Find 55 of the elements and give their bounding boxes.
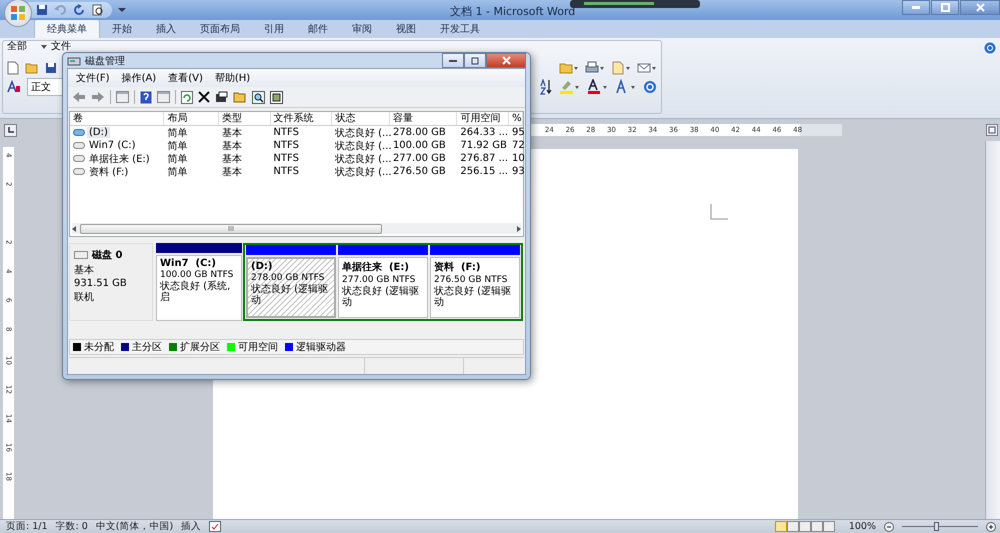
partition-status: 状态良好 (逻辑驱动 <box>434 286 512 308</box>
table-cell-text: 72 <box>511 140 523 151</box>
status-item: 页面: 1/1 <box>6 520 48 533</box>
table-cell-text: 状态良好 (... <box>334 126 390 140</box>
partition-status: 状态良好 (逻辑驱动 <box>342 286 420 308</box>
partition-name: Win7 (C:) <box>160 258 217 269</box>
partition-name: 单据往来 (E:) <box>342 260 410 274</box>
table-cell-text: 71.92 GB <box>459 140 508 151</box>
legend-label: 可用空间 <box>238 340 278 354</box>
partition-size: 100.00 GB NTFS <box>160 270 234 280</box>
disk-size: 931.51 GB <box>74 278 128 289</box>
partition-size: 277.00 GB NTFS <box>342 275 416 285</box>
table-cell-text: 状态良好 (... <box>334 152 390 166</box>
table-cell-text: 基本 <box>220 166 243 178</box>
window-title: 磁盘管理 <box>85 54 125 68</box>
table-cell-text: NTFS <box>272 127 300 138</box>
disk-name: 磁盘 0 <box>92 248 122 262</box>
disk-type: 基本 <box>74 264 95 277</box>
table-cell-text: 256.15 ... <box>459 166 509 177</box>
table-cell-text: 100.00 GB <box>392 140 447 151</box>
table-cell-text: 93 <box>511 166 523 177</box>
table-cell-text: 简单 <box>166 166 188 178</box>
legend-label: 主分区 <box>132 340 162 354</box>
table-cell-text: 277.00 GB <box>392 153 447 164</box>
status-item: 中文(简体，中国) <box>96 520 174 533</box>
table-cell-text: 状态良好 (... <box>334 166 390 178</box>
partition-name: 资料 (F:) <box>434 260 482 274</box>
table-cell-text: 95 <box>511 127 523 138</box>
table-cell-text: NTFS <box>272 153 300 164</box>
legend-label: 扩展分区 <box>180 340 220 354</box>
status-item: 字数: 0 <box>56 520 88 533</box>
legend-label: 未分配 <box>84 340 114 354</box>
window-title: 文档 1 - Microsoft Word <box>450 4 576 19</box>
legend-label: 逻辑驱动器 <box>296 340 346 354</box>
table-cell-text: 10 <box>511 153 523 164</box>
table-cell-text: 276.50 GB <box>392 166 447 177</box>
status-item: 插入 <box>181 520 202 533</box>
partition-name: (D:) <box>251 261 274 272</box>
table-cell-text: 基本 <box>220 152 243 166</box>
table-cell-text: 简单 <box>166 152 188 166</box>
table-cell-text: 状态良好 (... <box>334 140 390 152</box>
table-cell-text: 264.33 ... <box>459 127 509 138</box>
partition-status: 状态良好 (系统, 启 <box>160 281 232 303</box>
disk-state: 联机 <box>74 290 95 304</box>
table-cell-text: 基本 <box>220 140 243 152</box>
partition-size: 278.00 GB NTFS <box>251 273 326 283</box>
table-cell-text: 基本 <box>220 126 243 140</box>
table-cell-text: 简单 <box>166 126 188 140</box>
table-cell-text: 278.00 GB <box>392 127 447 138</box>
table-cell-text: 简单 <box>166 140 188 152</box>
table-cell-text: NTFS <box>272 140 300 151</box>
table-cell-text: 276.87 ... <box>459 153 509 164</box>
partition-status: 状态良好 (逻辑驱动 <box>251 284 330 306</box>
partition-size: 276.50 GB NTFS <box>434 275 508 285</box>
table-cell-text: NTFS <box>272 166 300 177</box>
